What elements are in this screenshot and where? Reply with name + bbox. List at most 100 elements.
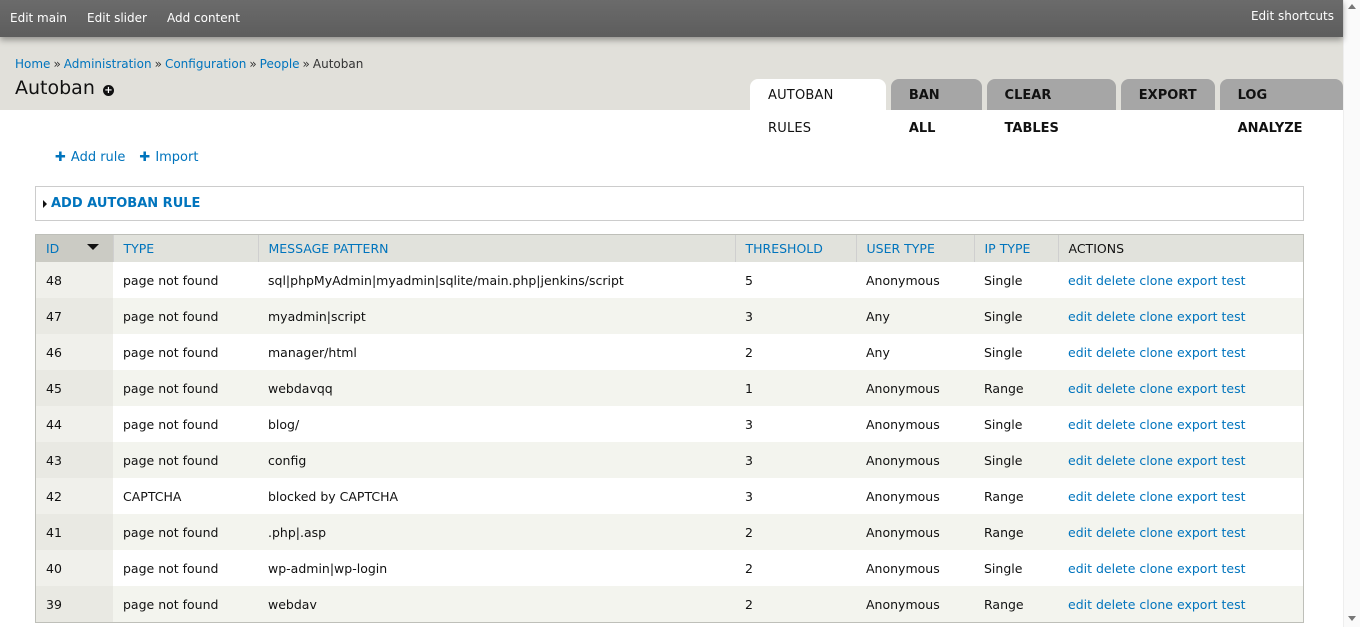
- import-action[interactable]: ✚ Import: [139, 150, 198, 165]
- test-link[interactable]: test: [1222, 525, 1246, 540]
- column-header-id[interactable]: ID: [36, 235, 114, 262]
- cell-user-type: Anonymous: [856, 586, 974, 622]
- test-link[interactable]: test: [1222, 309, 1246, 324]
- table-row: 48 page not found sql|phpMyAdmin|myadmin|s…: [36, 262, 1303, 298]
- add-shortcut-icon[interactable]: +: [103, 85, 114, 96]
- delete-link[interactable]: delete: [1096, 345, 1135, 360]
- export-link[interactable]: export: [1177, 561, 1218, 576]
- breadcrumb-administration[interactable]: Administration: [64, 57, 152, 71]
- add-autoban-rule-fieldset[interactable]: ADD AUTOBAN RULE: [35, 186, 1304, 221]
- delete-link[interactable]: delete: [1096, 309, 1135, 324]
- export-link[interactable]: export: [1177, 381, 1218, 396]
- column-header-type[interactable]: TYPE: [113, 235, 259, 262]
- test-link[interactable]: test: [1222, 489, 1246, 504]
- toolbar-item-add-content[interactable]: Add content: [167, 11, 240, 25]
- clone-link[interactable]: clone: [1139, 381, 1173, 396]
- toolbar-item-edit-slider[interactable]: Edit slider: [87, 11, 147, 25]
- tab-log-analyze[interactable]: LOG ANALYZE: [1219, 79, 1343, 136]
- breadcrumb-separator: »: [302, 57, 310, 71]
- cell-id: 44: [36, 406, 113, 442]
- test-link[interactable]: test: [1222, 597, 1246, 612]
- column-header-threshold[interactable]: THRESHOLD: [735, 235, 857, 262]
- cell-message-pattern: blog/: [258, 406, 735, 442]
- table-body: 48 page not found sql|phpMyAdmin|myadmin|s…: [36, 262, 1303, 622]
- cell-id: 47: [36, 298, 113, 334]
- delete-link[interactable]: delete: [1096, 453, 1135, 468]
- scroll-down-icon[interactable]: [1348, 616, 1356, 621]
- cell-user-type: Any: [856, 334, 974, 370]
- clone-link[interactable]: clone: [1139, 453, 1173, 468]
- clone-link[interactable]: clone: [1139, 417, 1173, 432]
- tab-ban-all[interactable]: BAN ALL: [890, 79, 982, 136]
- export-link[interactable]: export: [1177, 273, 1218, 288]
- breadcrumb-configuration[interactable]: Configuration: [165, 57, 246, 71]
- edit-link[interactable]: edit: [1068, 525, 1092, 540]
- edit-link[interactable]: edit: [1068, 453, 1092, 468]
- cell-message-pattern: manager/html: [258, 334, 735, 370]
- breadcrumb-home[interactable]: Home: [15, 57, 50, 71]
- delete-link[interactable]: delete: [1096, 561, 1135, 576]
- tab-export[interactable]: EXPORT: [1120, 79, 1215, 110]
- edit-link[interactable]: edit: [1068, 417, 1092, 432]
- cell-id: 40: [36, 550, 113, 586]
- tab-clear-tables[interactable]: CLEAR TABLES: [986, 79, 1116, 136]
- page-scrollbar[interactable]: [1343, 0, 1360, 627]
- delete-link[interactable]: delete: [1096, 525, 1135, 540]
- delete-link[interactable]: delete: [1096, 381, 1135, 396]
- breadcrumb-people[interactable]: People: [260, 57, 300, 71]
- toolbar-item-edit-main[interactable]: Edit main: [10, 11, 67, 25]
- breadcrumb-separator: »: [249, 57, 257, 71]
- cell-threshold: 2: [735, 334, 856, 370]
- export-link[interactable]: export: [1177, 309, 1218, 324]
- import-link[interactable]: Import: [155, 150, 198, 165]
- test-link[interactable]: test: [1222, 381, 1246, 396]
- export-link[interactable]: export: [1177, 597, 1218, 612]
- edit-link[interactable]: edit: [1068, 561, 1092, 576]
- delete-link[interactable]: delete: [1096, 273, 1135, 288]
- export-link[interactable]: export: [1177, 417, 1218, 432]
- clone-link[interactable]: clone: [1139, 525, 1173, 540]
- column-header-user-type[interactable]: USER TYPE: [856, 235, 975, 262]
- clone-link[interactable]: clone: [1139, 489, 1173, 504]
- test-link[interactable]: test: [1222, 345, 1246, 360]
- clone-link[interactable]: clone: [1139, 561, 1173, 576]
- edit-link[interactable]: edit: [1068, 489, 1092, 504]
- cell-user-type: Anonymous: [856, 478, 974, 514]
- delete-link[interactable]: delete: [1096, 597, 1135, 612]
- scroll-up-icon[interactable]: [1348, 4, 1356, 9]
- fieldset-legend[interactable]: ADD AUTOBAN RULE: [51, 196, 200, 211]
- export-link[interactable]: export: [1177, 525, 1218, 540]
- export-link[interactable]: export: [1177, 453, 1218, 468]
- column-header-message-pattern[interactable]: MESSAGE PATTERN: [258, 235, 736, 262]
- test-link[interactable]: test: [1222, 453, 1246, 468]
- collapse-arrow-icon[interactable]: [43, 200, 47, 208]
- clone-link[interactable]: clone: [1139, 273, 1173, 288]
- test-link[interactable]: test: [1222, 417, 1246, 432]
- cell-message-pattern: webdavqq: [258, 370, 735, 406]
- table-row: 39 page not found webdav 2 Anonymous Range edi…: [36, 586, 1303, 622]
- clone-link[interactable]: clone: [1139, 309, 1173, 324]
- edit-link[interactable]: edit: [1068, 309, 1092, 324]
- edit-link[interactable]: edit: [1068, 345, 1092, 360]
- edit-shortcuts-link[interactable]: Edit shortcuts: [1251, 9, 1334, 23]
- cell-user-type: Anonymous: [856, 550, 974, 586]
- tab-autoban-rules[interactable]: AUTOBAN RULES: [750, 79, 886, 136]
- edit-link[interactable]: edit: [1068, 273, 1092, 288]
- column-header-actions: ACTIONS: [1058, 235, 1303, 262]
- cell-actions: edit delete clone export test: [1058, 478, 1303, 514]
- add-rule-action[interactable]: ✚ Add rule: [55, 150, 125, 165]
- clone-link[interactable]: clone: [1139, 597, 1173, 612]
- delete-link[interactable]: delete: [1096, 417, 1135, 432]
- test-link[interactable]: test: [1222, 273, 1246, 288]
- export-link[interactable]: export: [1177, 345, 1218, 360]
- edit-link[interactable]: edit: [1068, 381, 1092, 396]
- delete-link[interactable]: delete: [1096, 489, 1135, 504]
- cell-threshold: 2: [735, 550, 856, 586]
- export-link[interactable]: export: [1177, 489, 1218, 504]
- add-rule-link[interactable]: Add rule: [71, 150, 126, 165]
- edit-link[interactable]: edit: [1068, 597, 1092, 612]
- test-link[interactable]: test: [1222, 561, 1246, 576]
- cell-id: 46: [36, 334, 113, 370]
- clone-link[interactable]: clone: [1139, 345, 1173, 360]
- column-header-ip-type[interactable]: IP TYPE: [974, 235, 1059, 262]
